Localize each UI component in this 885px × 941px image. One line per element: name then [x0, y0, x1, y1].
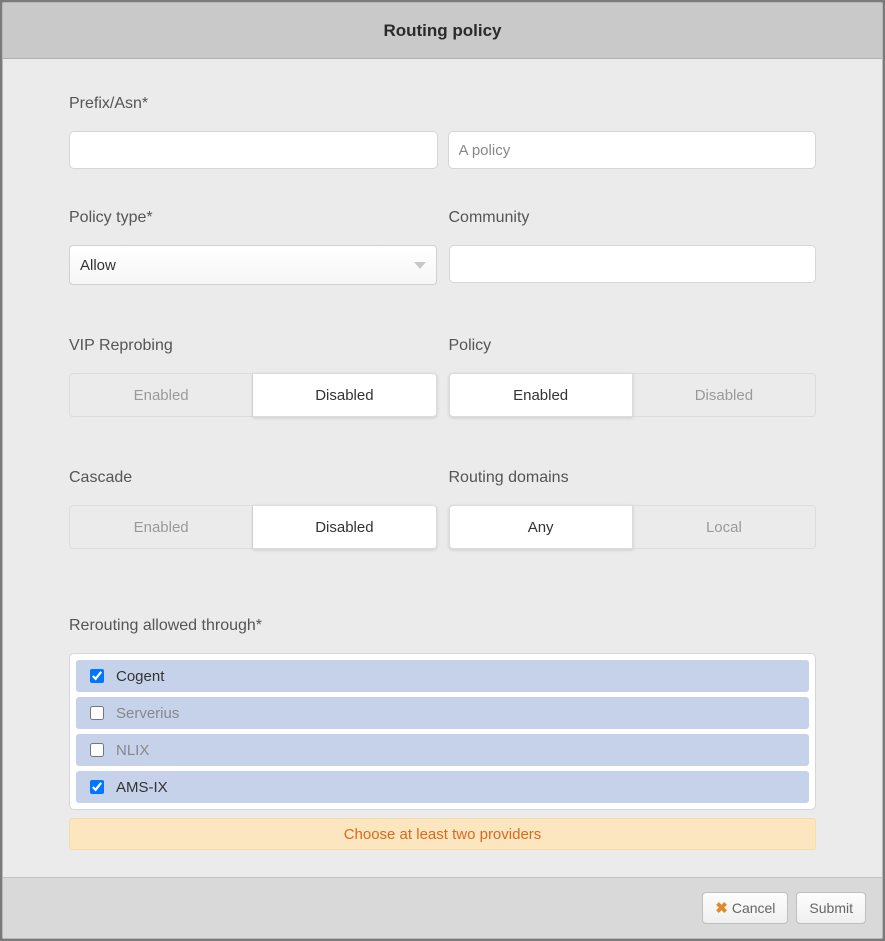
providers-list: Cogent Serverius NLIX AMS-IX	[69, 653, 816, 810]
label-community: Community	[449, 209, 817, 227]
provider-row[interactable]: Serverius	[76, 697, 809, 729]
label-routing-domains: Routing domains	[449, 469, 817, 487]
provider-row[interactable]: NLIX	[76, 734, 809, 766]
toggle-routing-domains-any[interactable]: Any	[449, 505, 633, 549]
toggle-policy-enabled[interactable]: Enabled	[449, 373, 633, 417]
label-rerouting: Rerouting allowed through*	[69, 617, 816, 635]
provider-checkbox[interactable]	[90, 780, 104, 794]
dialog-title: Routing policy	[3, 3, 882, 59]
label-vip-reprobing: VIP Reprobing	[69, 337, 437, 355]
provider-label: Serverius	[116, 705, 179, 722]
toggle-vip-reprobing-enabled[interactable]: Enabled	[69, 373, 253, 417]
providers-warning: Choose at least two providers	[69, 818, 816, 850]
toggle-vip-reprobing-disabled[interactable]: Disabled	[253, 373, 436, 417]
toggle-routing-domains: Any Local	[449, 505, 817, 549]
description-input[interactable]	[448, 131, 817, 169]
policy-type-value: Allow	[80, 257, 116, 274]
dialog-footer: ✖ Cancel Submit	[3, 877, 882, 938]
provider-checkbox[interactable]	[90, 743, 104, 757]
toggle-cascade-enabled[interactable]: Enabled	[69, 505, 253, 549]
toggle-policy: Enabled Disabled	[449, 373, 817, 417]
toggle-routing-domains-local[interactable]: Local	[633, 505, 816, 549]
label-policy-type: Policy type*	[69, 209, 437, 227]
provider-checkbox[interactable]	[90, 706, 104, 720]
cancel-button[interactable]: ✖ Cancel	[702, 892, 788, 924]
submit-button-label: Submit	[809, 900, 853, 916]
provider-row[interactable]: Cogent	[76, 660, 809, 692]
cancel-button-label: Cancel	[732, 900, 776, 916]
policy-type-select[interactable]: Allow	[69, 245, 437, 285]
label-cascade: Cascade	[69, 469, 437, 487]
chevron-down-icon	[414, 262, 426, 269]
provider-row[interactable]: AMS-IX	[76, 771, 809, 803]
provider-label: NLIX	[116, 742, 149, 759]
provider-checkbox[interactable]	[90, 669, 104, 683]
toggle-policy-disabled[interactable]: Disabled	[633, 373, 816, 417]
toggle-cascade: Enabled Disabled	[69, 505, 437, 549]
toggle-vip-reprobing: Enabled Disabled	[69, 373, 437, 417]
label-prefix-asn: Prefix/Asn*	[69, 95, 816, 113]
community-input[interactable]	[449, 245, 817, 283]
close-icon: ✖	[715, 901, 728, 916]
prefix-asn-input[interactable]	[69, 131, 438, 169]
label-policy: Policy	[449, 337, 817, 355]
provider-label: AMS-IX	[116, 779, 168, 796]
dialog-body: Prefix/Asn* Policy type* Allow Community	[3, 59, 882, 877]
provider-label: Cogent	[116, 668, 164, 685]
routing-policy-dialog: Routing policy Prefix/Asn* Policy type* …	[2, 2, 883, 939]
submit-button[interactable]: Submit	[796, 892, 866, 924]
toggle-cascade-disabled[interactable]: Disabled	[253, 505, 436, 549]
